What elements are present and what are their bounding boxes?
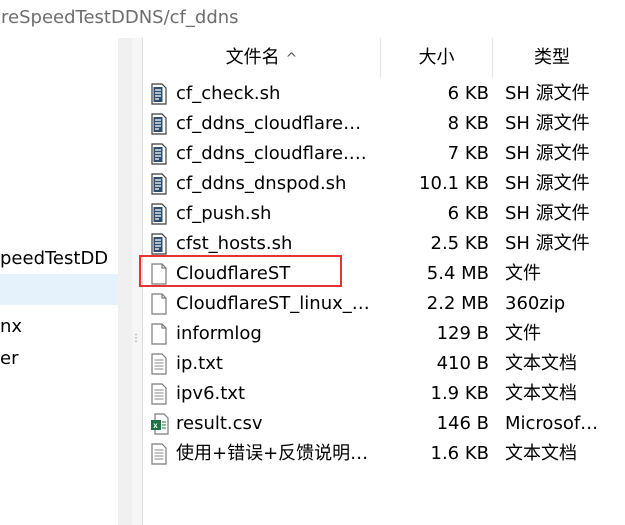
file-name: cf_push.sh [176,203,272,224]
file-type: 文本文档 [505,353,577,374]
file-name: ipv6.txt [176,383,246,404]
text-file-icon [151,383,167,405]
nav-item-label: nx [0,316,23,337]
file-size: 146 B [436,413,489,434]
file-size: 129 B [436,323,489,344]
file-size: 410 B [436,353,489,374]
column-header-size-label: 大小 [418,47,455,68]
file-row[interactable]: ipv6.txt 1.9 KB 文本文档 [143,379,625,409]
file-type: 文本文档 [505,443,577,464]
file-type: 文件 [505,323,541,344]
file-size: 10.1 KB [419,173,489,194]
file-type: SH 源文件 [505,113,590,134]
file-size: 6 KB [447,203,489,224]
highlight-annotation [139,255,342,287]
nav-item-linux[interactable]: nx [0,312,118,342]
file-name: cf_ddns_dnspod.sh [176,173,347,194]
excel-csv-icon: x [151,413,169,435]
nav-item-label: er [0,348,19,369]
file-size: 2.5 KB [430,233,490,254]
shell-script-icon [151,113,167,135]
file-row[interactable]: ip.txt 410 B 文本文档 [143,349,625,379]
blank-file-icon [151,293,167,315]
file-row[interactable]: cf_ddns_cloudflare.… 7 KB SH 源文件 [143,139,625,169]
file-size: 8 KB [447,113,489,134]
file-type: SH 源文件 [505,143,590,164]
file-name: ip.txt [176,353,223,374]
file-row[interactable]: CloudflareST_linux_… 2.2 MB 360zip [143,289,625,319]
file-name: cf_ddns_cloudflare… [176,113,362,134]
navigation-pane: peedTestDD nx er [0,38,118,525]
file-name: 使用+错误+反馈说明… [176,443,369,464]
shell-script-icon [151,83,167,105]
file-type: SH 源文件 [505,173,590,194]
file-type: SH 源文件 [505,233,590,254]
file-row[interactable]: informlog 129 B 文件 [143,319,625,349]
file-name: cf_ddns_cloudflare.… [176,143,367,164]
nav-item-label: peedTestDD [0,248,109,269]
column-header-type-label: 类型 [534,47,570,68]
file-row[interactable]: cf_ddns_dnspod.sh 10.1 KB SH 源文件 [143,169,625,199]
file-row[interactable]: x result.csv 146 B Microsof… [143,409,625,439]
file-type: 文件 [505,263,541,284]
text-file-icon [151,353,167,375]
file-type: 360zip [505,293,566,314]
file-type: Microsof… [505,413,599,434]
shell-script-icon [151,173,167,195]
shell-script-icon [151,203,167,225]
file-row[interactable]: cf_check.sh 6 KB SH 源文件 [143,79,625,109]
file-name: CloudflareST_linux_… [176,293,370,314]
column-header-size[interactable]: 大小 [381,38,493,78]
file-name: informlog [176,323,262,344]
shell-script-icon [151,233,167,255]
blank-file-icon [151,323,167,345]
text-file-icon [151,443,167,465]
file-size: 2.2 MB [426,293,489,314]
column-header-name[interactable]: 文件名 ^ [143,38,381,78]
column-header-name-label: 文件名 [225,47,280,68]
file-size: 6 KB [447,83,489,104]
breadcrumb[interactable]: areSpeedTestDDNS/cf_ddns [0,0,625,39]
file-type: SH 源文件 [505,83,590,104]
sort-ascending-icon: ^ [285,51,298,67]
file-type: SH 源文件 [505,203,590,224]
nav-item-speedtest[interactable]: peedTestDD [0,244,118,274]
breadcrumb-path[interactable]: areSpeedTestDDNS/cf_ddns [0,7,239,28]
file-size: 5.4 MB [426,263,489,284]
nav-item-er[interactable]: er [0,344,118,374]
shell-script-icon [151,143,167,165]
svg-text:x: x [153,421,158,430]
nav-scrollbar[interactable] [118,38,132,525]
file-row[interactable]: cf_ddns_cloudflare… 8 KB SH 源文件 [143,109,625,139]
file-type: 文本文档 [505,383,577,404]
nav-item-selected[interactable] [0,274,118,305]
splitter-grip-icon[interactable]: ⋮ [131,334,141,350]
file-size: 1.9 KB [430,383,490,404]
file-size: 1.6 KB [430,443,490,464]
file-size: 7 KB [447,143,489,164]
file-name: result.csv [176,413,263,434]
file-row[interactable]: cf_push.sh 6 KB SH 源文件 [143,199,625,229]
file-row[interactable]: 使用+错误+反馈说明… 1.6 KB 文本文档 [143,439,625,469]
file-name: cf_check.sh [176,83,281,104]
column-header-type[interactable]: 类型 [493,38,625,78]
